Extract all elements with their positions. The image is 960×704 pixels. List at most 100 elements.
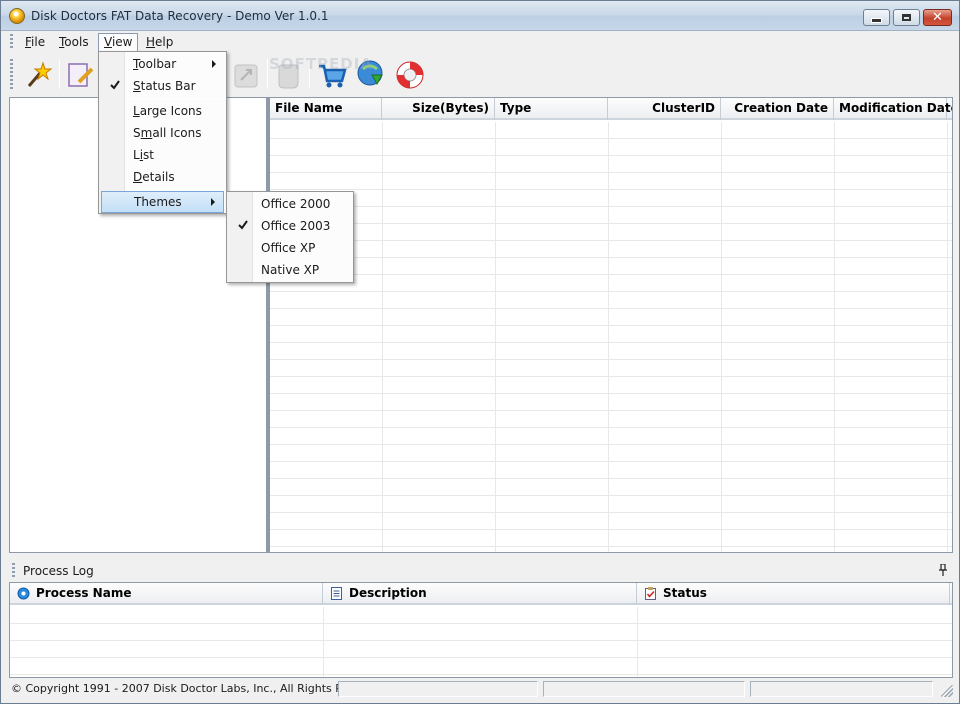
window-title: Disk Doctors FAT Data Recovery - Demo Ve… <box>31 9 329 23</box>
menu-separator <box>129 98 224 99</box>
menu-bar: File Tools View Help <box>1 31 959 53</box>
theme-office-2000[interactable]: Office 2000 <box>229 193 351 215</box>
column-description[interactable]: Description <box>323 583 637 605</box>
view-menu-themes[interactable]: Themes <box>101 191 224 213</box>
column-cluster-id[interactable]: ClusterID <box>608 98 721 120</box>
menu-item-label: Office XP <box>261 241 316 255</box>
grid-line <box>323 607 324 677</box>
column-file-name[interactable]: File Name <box>270 98 382 120</box>
wizard-icon <box>27 61 53 87</box>
file-list-header: File Name Size(Bytes) Type ClusterID Cre… <box>270 98 952 120</box>
refresh-button[interactable] <box>229 58 263 92</box>
clipboard-check-icon <box>645 587 656 600</box>
minimize-button[interactable] <box>863 9 890 26</box>
wizard-button[interactable] <box>21 58 55 92</box>
submenu-arrow-icon <box>211 198 215 206</box>
status-pane <box>543 681 745 697</box>
status-pane <box>338 681 538 697</box>
column-process-name[interactable]: Process Name <box>10 583 323 605</box>
menu-item-label: Details <box>133 170 175 184</box>
file-list-rows <box>270 122 952 552</box>
grid-line <box>608 122 609 552</box>
menu-file-label: ile <box>31 35 46 49</box>
toolbar-separator <box>59 59 60 89</box>
menu-separator <box>129 189 224 190</box>
grid-line <box>637 607 638 677</box>
menu-item-label: List <box>133 148 154 162</box>
status-bar: © Copyright 1991 - 2007 Disk Doctor Labs… <box>1 679 959 703</box>
view-menu-status-bar[interactable]: Status Bar <box>101 75 224 97</box>
process-log-header: Process Name Description Status <box>10 583 952 605</box>
menu-tools-label: ools <box>64 35 89 49</box>
edit-button[interactable] <box>63 58 97 92</box>
menu-help[interactable]: Help <box>141 33 178 52</box>
menu-tools[interactable]: Tools <box>54 33 94 52</box>
edit-icon <box>68 63 94 87</box>
status-pane <box>750 681 933 697</box>
column-size[interactable]: Size(Bytes) <box>382 98 495 120</box>
document-icon <box>331 587 342 600</box>
theme-office-xp[interactable]: Office XP <box>229 237 351 259</box>
view-menu-small-icons[interactable]: Small Icons <box>101 122 224 144</box>
copyright-text: © Copyright 1991 - 2007 Disk Doctor Labs… <box>11 682 387 695</box>
help-button[interactable] <box>393 58 427 92</box>
resize-grip[interactable] <box>941 685 953 697</box>
minimize-icon <box>871 18 882 23</box>
process-log-title: Process Log <box>23 564 94 578</box>
menu-view-label: iew <box>111 35 133 49</box>
close-icon: ✕ <box>932 10 943 25</box>
menu-item-label: Toolbar <box>133 57 177 71</box>
column-creation-date[interactable]: Creation Date <box>721 98 834 120</box>
menu-item-label: Office 2003 <box>261 219 331 233</box>
menu-item-label: Office 2000 <box>261 197 331 211</box>
view-menu-toolbar[interactable]: Toolbar <box>101 53 224 75</box>
view-menu-dropdown: Toolbar Status Bar Large Icons Small Ico… <box>98 51 227 214</box>
process-log-titlebar: Process Log <box>9 561 953 581</box>
toolbar-separator <box>267 59 268 89</box>
column-description-label: Description <box>349 586 427 600</box>
process-log-grip[interactable] <box>12 563 15 579</box>
menu-item-label: Large Icons <box>133 104 202 118</box>
process-log-rows <box>10 607 952 677</box>
menu-item-label: Small Icons <box>133 126 202 140</box>
menu-item-label: Status Bar <box>133 79 196 93</box>
gear-icon <box>17 587 30 600</box>
softpedia-watermark: SOFTPEDIA <box>269 55 373 73</box>
theme-office-2003[interactable]: Office 2003 <box>229 215 351 237</box>
toolbar-grip[interactable] <box>10 59 13 89</box>
file-list[interactable]: File Name Size(Bytes) Type ClusterID Cre… <box>267 97 953 553</box>
view-menu-details[interactable]: Details <box>101 166 224 188</box>
menu-item-label: Themes <box>134 195 182 209</box>
column-status[interactable]: Status <box>637 583 950 605</box>
maximize-button[interactable] <box>893 9 920 26</box>
menubar-grip[interactable] <box>10 34 13 50</box>
pin-icon[interactable] <box>939 564 947 576</box>
theme-native-xp[interactable]: Native XP <box>229 259 351 281</box>
grid-line <box>721 122 722 552</box>
checkmark-icon <box>110 80 120 90</box>
menu-view[interactable]: View <box>98 33 139 52</box>
menu-help-label: elp <box>155 35 174 49</box>
grid-line <box>495 122 496 552</box>
column-status-label: Status <box>663 586 707 600</box>
refresh-icon <box>234 64 258 88</box>
column-type[interactable]: Type <box>495 98 608 120</box>
checkmark-icon <box>238 220 248 230</box>
maximize-icon <box>902 14 911 21</box>
title-bar[interactable]: Disk Doctors FAT Data Recovery - Demo Ve… <box>1 1 959 31</box>
grid-line <box>947 122 948 552</box>
grid-line <box>382 122 383 552</box>
help-lifebuoy-icon <box>396 61 424 89</box>
close-button[interactable]: ✕ <box>923 9 952 26</box>
themes-submenu: Office 2000 Office 2003 Office XP Native… <box>226 191 354 283</box>
submenu-arrow-icon <box>212 60 216 68</box>
column-process-name-label: Process Name <box>36 586 132 600</box>
column-modification-date[interactable]: Modification Date <box>834 98 952 120</box>
view-menu-large-icons[interactable]: Large Icons <box>101 100 224 122</box>
grid-line <box>834 122 835 552</box>
process-log-list[interactable]: Process Name Description Status <box>9 582 953 678</box>
menu-file[interactable]: File <box>20 33 50 52</box>
app-logo-icon <box>9 8 25 24</box>
app-window: Disk Doctors FAT Data Recovery - Demo Ve… <box>0 0 960 704</box>
view-menu-list[interactable]: List <box>101 144 224 166</box>
